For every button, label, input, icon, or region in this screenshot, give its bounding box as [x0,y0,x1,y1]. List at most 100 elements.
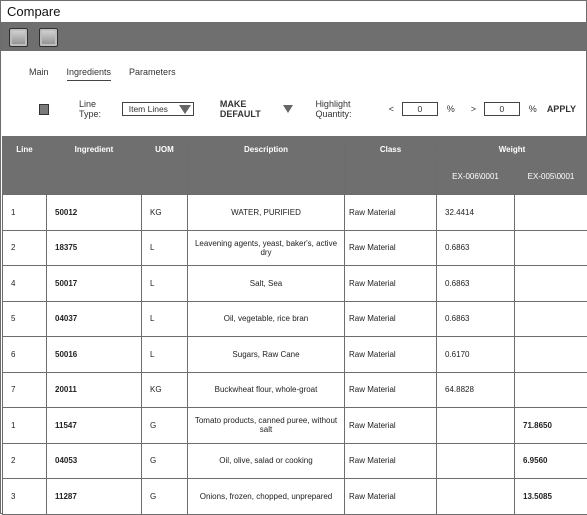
cell-description: WATER, PURIFIED [188,195,345,231]
line-type-value: Item Lines [129,104,168,114]
cell-line: 2 [3,443,47,479]
cell-ingredient: 50012 [47,195,142,231]
cell-line: 1 [3,195,47,231]
header-description[interactable]: Description [188,137,345,195]
highlight-below-input[interactable]: 0 [402,102,438,116]
toolbar-button-2[interactable] [39,28,58,47]
cell-description: Tomato products, canned puree, without s… [188,408,345,444]
toolbar [1,23,586,51]
table-row[interactable]: 218375LLeavening agents, yeast, baker's,… [3,230,587,266]
cell-weight-ex005: 13.5085 [515,479,587,515]
cell-weight-ex006 [437,479,515,515]
toolbar-button-1[interactable] [9,28,28,47]
cell-weight-ex005 [515,230,587,266]
cell-class: Raw Material [345,230,437,266]
table-row[interactable]: 311287GOnions, frozen, chopped, unprepar… [3,479,587,515]
line-type-select[interactable]: Item Lines [122,102,194,116]
cell-weight-ex006: 0.6170 [437,337,515,373]
cell-weight-ex006: 0.6863 [437,301,515,337]
cell-ingredient: 20011 [47,372,142,408]
controls-bar: Line Type: Item Lines MAKE DEFAULT Highl… [39,99,576,119]
tab-parameters[interactable]: Parameters [129,67,176,81]
make-default-arrow-icon [283,105,293,113]
cell-weight-ex006 [437,408,515,444]
percent-symbol-2: % [529,104,537,114]
cell-ingredient: 11547 [47,408,142,444]
cell-weight-ex005 [515,337,587,373]
apply-button[interactable]: APPLY [547,104,576,114]
cell-uom: G [142,443,188,479]
tab-ingredients[interactable]: Ingredients [67,67,112,81]
table-body: 150012KGWATER, PURIFIEDRaw Material32.44… [3,195,587,515]
table-row[interactable]: 204053GOil, olive, salad or cookingRaw M… [3,443,587,479]
cell-line: 2 [3,230,47,266]
cell-weight-ex006: 0.6863 [437,266,515,302]
cell-line: 5 [3,301,47,337]
cell-weight-ex006 [437,443,515,479]
cell-weight-ex005 [515,372,587,408]
cell-class: Raw Material [345,443,437,479]
header-weight-ex006[interactable]: EX-006\0001 [437,159,515,195]
cell-line: 1 [3,408,47,444]
cell-uom: L [142,230,188,266]
window-title: Compare [1,1,586,23]
cell-weight-ex005: 71.8650 [515,408,587,444]
cell-class: Raw Material [345,301,437,337]
cell-ingredient: 50017 [47,266,142,302]
header-uom[interactable]: UOM [142,137,188,195]
header-ingredient[interactable]: Ingredient [47,137,142,195]
header-line[interactable]: Line [3,137,47,195]
cell-class: Raw Material [345,266,437,302]
cell-uom: G [142,408,188,444]
cell-description: Buckwheat flour, whole-groat [188,372,345,408]
table-row[interactable]: 650016LSugars, Raw CaneRaw Material0.617… [3,337,587,373]
cell-weight-ex005: 6.9560 [515,443,587,479]
cell-class: Raw Material [345,479,437,515]
cell-class: Raw Material [345,372,437,408]
cell-weight-ex005 [515,266,587,302]
cell-uom: KG [142,372,188,408]
cell-ingredient: 18375 [47,230,142,266]
cell-weight-ex006: 0.6863 [437,230,515,266]
cell-line: 7 [3,372,47,408]
cell-line: 3 [3,479,47,515]
cell-ingredient: 04053 [47,443,142,479]
cell-uom: G [142,479,188,515]
ingredients-table: Line Ingredient UOM Description Class We… [2,136,587,515]
cell-description: Oil, vegetable, rice bran [188,301,345,337]
cell-description: Salt, Sea [188,266,345,302]
cell-ingredient: 04037 [47,301,142,337]
table-row[interactable]: 150012KGWATER, PURIFIEDRaw Material32.44… [3,195,587,231]
header-weight: Weight [437,137,587,159]
greater-than-symbol: > [471,104,476,114]
cell-description: Onions, frozen, chopped, unprepared [188,479,345,515]
highlight-quantity-label: Highlight Quantity: [315,99,380,119]
cell-uom: L [142,266,188,302]
make-default-button[interactable]: MAKE DEFAULT [220,99,294,119]
tab-bar: Main Ingredients Parameters [29,67,176,81]
table-row[interactable]: 504037LOil, vegetable, rice branRaw Mate… [3,301,587,337]
cell-description: Oil, olive, salad or cooking [188,443,345,479]
cell-uom: L [142,301,188,337]
cell-uom: KG [142,195,188,231]
table-row[interactable]: 720011KGBuckwheat flour, whole-groatRaw … [3,372,587,408]
line-type-label: Line Type: [79,99,116,119]
cell-weight-ex005 [515,301,587,337]
table-row[interactable]: 111547GTomato products, canned puree, wi… [3,408,587,444]
cell-class: Raw Material [345,408,437,444]
tab-main[interactable]: Main [29,67,49,81]
dropdown-arrow-icon [179,105,191,114]
select-all-checkbox[interactable] [39,104,49,115]
header-class[interactable]: Class [345,137,437,195]
highlight-above-input[interactable]: 0 [484,102,520,116]
cell-weight-ex005 [515,195,587,231]
cell-class: Raw Material [345,337,437,373]
cell-ingredient: 50016 [47,337,142,373]
cell-ingredient: 11287 [47,479,142,515]
cell-class: Raw Material [345,195,437,231]
less-than-symbol: < [389,104,394,114]
make-default-label: MAKE DEFAULT [220,99,281,119]
table-row[interactable]: 450017LSalt, SeaRaw Material0.6863 [3,266,587,302]
header-weight-ex005[interactable]: EX-005\0001 [515,159,587,195]
cell-line: 4 [3,266,47,302]
